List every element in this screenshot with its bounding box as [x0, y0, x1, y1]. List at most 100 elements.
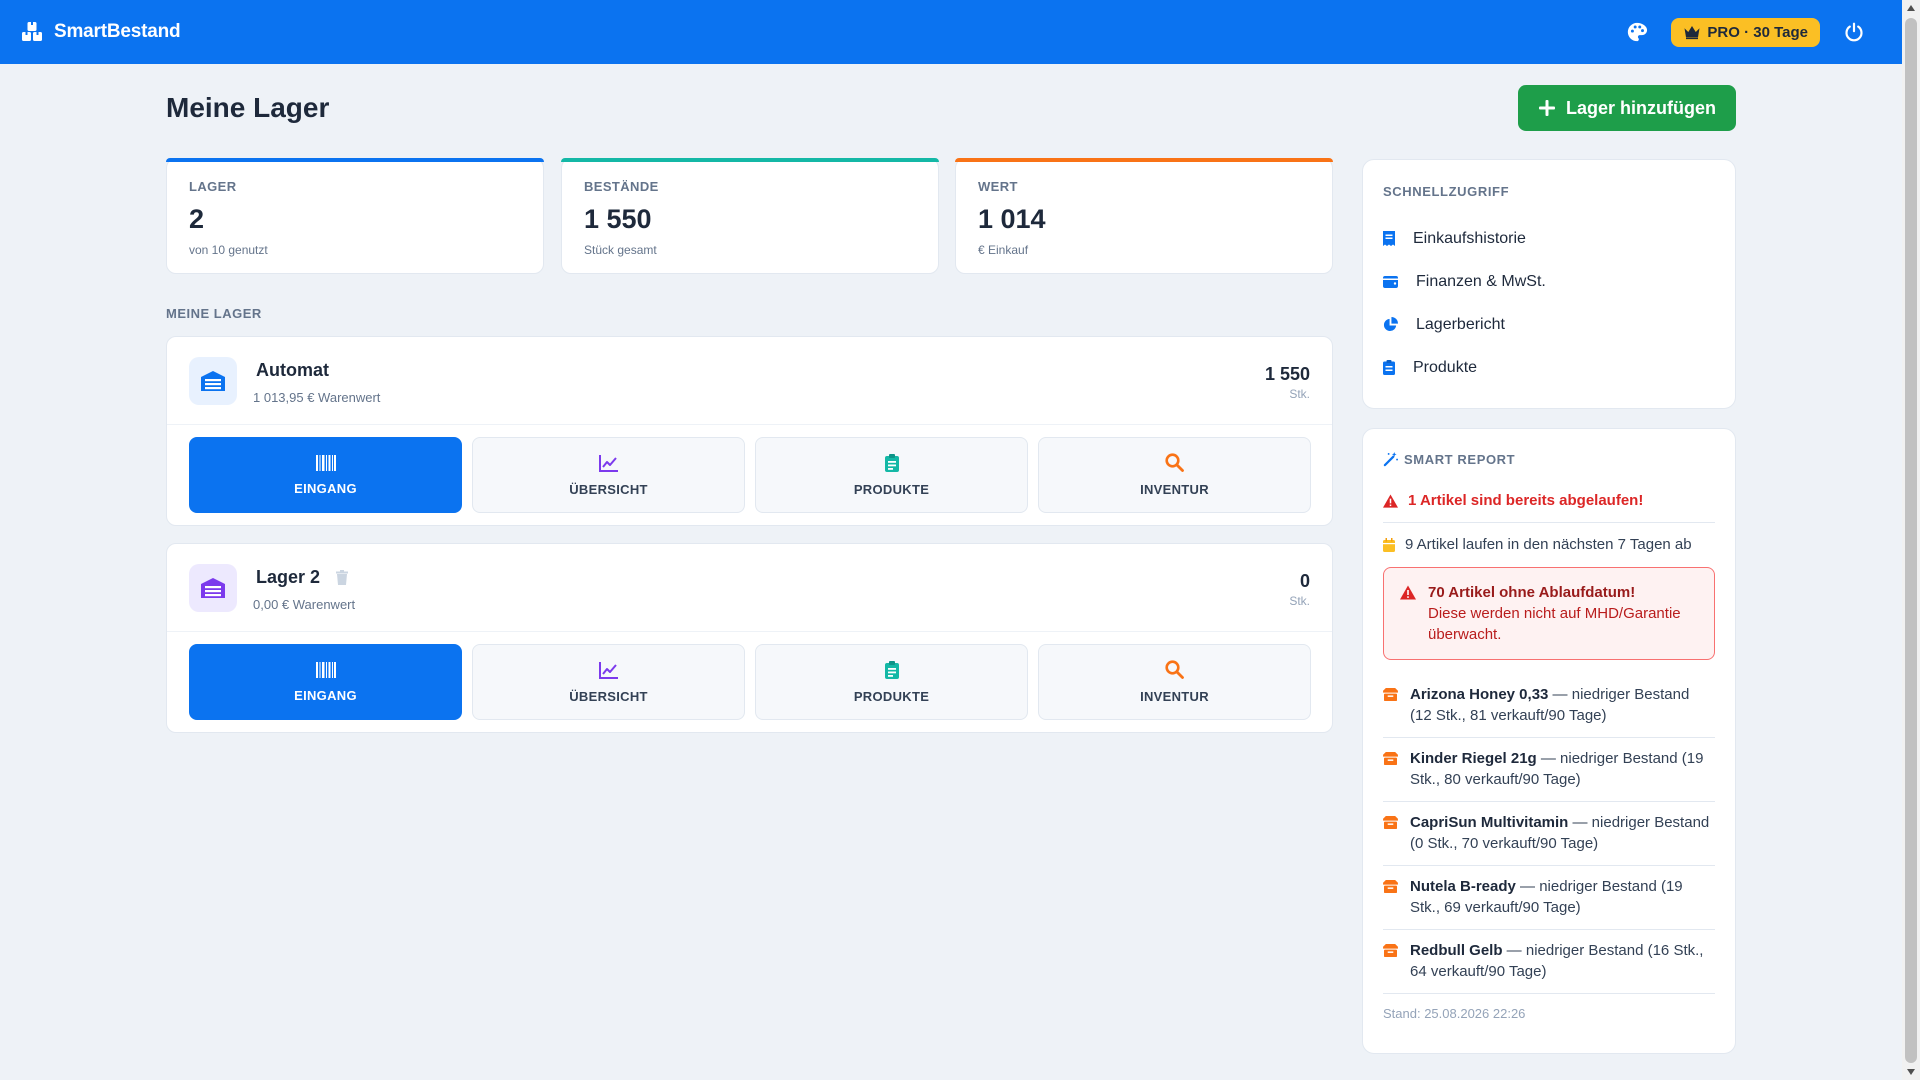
smart-report-panel: SMART REPORT 1 Artikel sind bereits abge… [1362, 428, 1736, 1054]
stat-card-lager: LAGER 2 von 10 genutzt [166, 158, 544, 274]
lager-value: 1 013,95 € Warenwert [253, 390, 381, 405]
low-stock-item: Nutela B-ready — niedriger Bestand (19 S… [1383, 866, 1715, 930]
uebersicht-button[interactable]: ÜBERSICHT [472, 437, 745, 513]
stat-card-bestaende: BESTÄNDE 1 550 Stück gesamt [561, 158, 939, 274]
inventur-button[interactable]: INVENTUR [1038, 437, 1311, 513]
quick-item-label: Einkaufshistorie [1413, 229, 1526, 247]
action-label: ÜBERSICHT [569, 481, 648, 497]
scroll-down-arrow-icon[interactable] [1902, 1064, 1920, 1080]
stat-sub: Stück gesamt [584, 243, 657, 257]
action-label: PRODUKTE [853, 481, 930, 497]
line-chart-icon [598, 454, 618, 472]
low-stock-name: Arizona Honey 0,33 [1410, 686, 1549, 703]
produkte-button[interactable]: PRODUKTE [755, 644, 1028, 720]
pro-badge[interactable]: PRO · 30 Tage [1671, 17, 1820, 47]
action-label: INVENTUR [1140, 482, 1209, 497]
smart-report-header: SMART REPORT [1383, 452, 1715, 467]
pie-chart-icon [1383, 317, 1398, 332]
low-stock-item: CapriSun Multivitamin — niedriger Bestan… [1383, 802, 1715, 866]
barcode-icon [315, 454, 336, 471]
report-timestamp: Stand: 25.08.2026 22:26 [1383, 1006, 1526, 1021]
quick-item-label: Finanzen & MwSt. [1416, 272, 1546, 290]
warehouse-icon [189, 564, 237, 612]
line-chart-icon [598, 661, 618, 679]
stat-value: 2 [189, 204, 205, 234]
lager-value: 0,00 € Warenwert [253, 597, 356, 612]
lager-count: 0 Stk. [1289, 571, 1310, 608]
low-stock-item: Arizona Honey 0,33 — niedriger Bestand (… [1383, 674, 1715, 738]
quick-access-panel: SCHNELLZUGRIFF Einkaufshistorie Finanzen… [1362, 159, 1736, 409]
expired-alert: 1 Artikel sind bereits abgelaufen! [1383, 492, 1715, 509]
clipboard-list-icon [884, 660, 899, 679]
stat-sub: € Einkauf [978, 243, 1029, 257]
page-title: Meine Lager [166, 92, 330, 123]
plus-icon [1539, 100, 1555, 116]
box-icon [1383, 688, 1398, 701]
action-label: EINGANG [294, 687, 357, 703]
quick-item-lagerbericht[interactable]: Lagerbericht [1383, 303, 1715, 346]
lager-count-number: 0 [1299, 571, 1310, 591]
expiring-info-text: 9 Artikel laufen in den nächsten 7 Tagen… [1405, 536, 1692, 553]
quick-item-label: Lagerbericht [1416, 315, 1505, 333]
section-label: MEINE LAGER [166, 306, 262, 321]
receipt-icon [1383, 231, 1395, 246]
smart-report-title: SMART REPORT [1404, 452, 1516, 467]
warehouse-icon [189, 357, 237, 405]
low-stock-name: CapriSun Multivitamin [1410, 814, 1569, 831]
scroll-thumb[interactable] [1905, 18, 1917, 1063]
inventur-button[interactable]: INVENTUR [1038, 644, 1311, 720]
stat-card-wert: WERT 1 014 € Einkauf [955, 158, 1333, 274]
warning-triangle-icon [1400, 585, 1416, 600]
produkte-button[interactable]: PRODUKTE [755, 437, 1028, 513]
scroll-up-arrow-icon[interactable] [1902, 0, 1920, 16]
box-icon [1383, 944, 1398, 957]
lager-count-unit: Stk. [1289, 387, 1310, 401]
scrollbar[interactable] [1902, 0, 1920, 1080]
quick-item-einkaufshistorie[interactable]: Einkaufshistorie [1383, 217, 1715, 260]
lager-card-automat: Automat 1 013,95 € Warenwert 1 550 Stk. … [166, 336, 1333, 526]
uebersicht-button[interactable]: ÜBERSICHT [472, 644, 745, 720]
box-icon [1383, 752, 1398, 765]
quick-item-label: Produkte [1413, 358, 1478, 376]
trash-icon[interactable] [336, 570, 349, 585]
lager-name[interactable]: Lager 2 [256, 567, 349, 588]
stat-label: BESTÄNDE [584, 179, 659, 194]
brand[interactable]: SmartBestand [20, 20, 181, 44]
lager-card-lager-2: Lager 2 0,00 € Warenwert 0 Stk. EINGANG [166, 543, 1333, 733]
eingang-button[interactable]: EINGANG [189, 644, 462, 720]
quick-item-finanzen[interactable]: Finanzen & MwSt. [1383, 260, 1715, 303]
palette-icon[interactable] [1623, 18, 1651, 46]
eingang-button[interactable]: EINGANG [189, 437, 462, 513]
low-stock-name: Redbull Gelb [1410, 942, 1503, 959]
expiring-info: 9 Artikel laufen in den nächsten 7 Tagen… [1383, 536, 1715, 553]
expired-alert-text: 1 Artikel sind bereits abgelaufen! [1408, 492, 1644, 509]
top-bar: SmartBestand PRO · 30 Tage [0, 0, 1902, 64]
action-label: PRODUKTE [853, 688, 930, 704]
quick-item-produkte[interactable]: Produkte [1383, 346, 1715, 389]
brand-name: SmartBestand [54, 21, 181, 42]
low-stock-name: Kinder Riegel 21g [1410, 750, 1537, 767]
stat-label: WERT [978, 179, 1018, 194]
pro-badge-label: PRO · 30 Tage [1707, 23, 1808, 41]
boxes-logo-icon [22, 22, 42, 41]
barcode-icon [315, 661, 336, 678]
action-label: ÜBERSICHT [569, 688, 648, 704]
lager-count-number: 1 550 [1264, 364, 1310, 384]
warning-title: 70 Artikel ohne Ablaufdatum! [1428, 584, 1636, 601]
stat-value: 1 014 [978, 204, 1046, 234]
action-label: EINGANG [294, 480, 357, 496]
lager-count-unit: Stk. [1289, 594, 1310, 608]
clipboard-icon [1383, 360, 1395, 375]
low-stock-item: Kinder Riegel 21g — niedriger Bestand (1… [1383, 738, 1715, 802]
magic-wand-icon [1383, 452, 1398, 467]
warning-text: Diese werden nicht auf MHD/Garantie über… [1428, 605, 1681, 643]
warning-triangle-icon [1383, 493, 1398, 508]
low-stock-list: Arizona Honey 0,33 — niedriger Bestand (… [1383, 674, 1715, 994]
add-lager-label: Lager hinzufügen [1566, 97, 1716, 118]
power-icon[interactable] [1840, 18, 1868, 46]
lager-name[interactable]: Automat [256, 360, 329, 381]
low-stock-item: Redbull Gelb — niedriger Bestand (16 Stk… [1383, 930, 1715, 994]
quick-access-title: SCHNELLZUGRIFF [1383, 184, 1510, 199]
add-lager-button[interactable]: Lager hinzufügen [1518, 85, 1736, 131]
stat-value: 1 550 [584, 204, 652, 234]
